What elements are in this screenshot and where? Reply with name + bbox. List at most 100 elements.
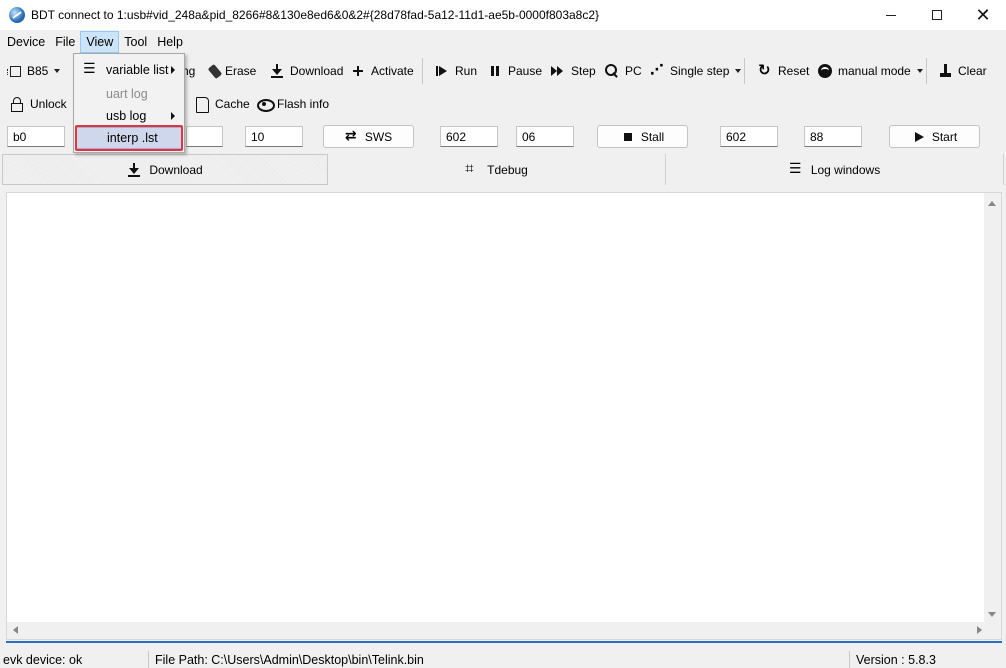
file-path-status: File Path: C:\Users\Admin\Desktop\bin\Te… xyxy=(155,652,424,667)
output-area[interactable] xyxy=(6,192,1002,640)
menu-bar: Device File View Tool Help xyxy=(0,30,1006,54)
footsteps-icon xyxy=(650,61,664,78)
erase-button[interactable]: Erase xyxy=(207,58,260,84)
menu-tool[interactable]: Tool xyxy=(119,31,152,53)
plus-icon xyxy=(351,64,365,78)
flash-info-button[interactable]: Flash info xyxy=(253,91,333,117)
sync-icon xyxy=(345,127,359,144)
scroll-down-icon[interactable] xyxy=(988,612,996,617)
step-label: Step xyxy=(571,64,596,78)
progress-line xyxy=(6,641,1002,643)
run-label: Run xyxy=(455,64,478,78)
tab-download[interactable]: Download xyxy=(2,154,328,185)
single-step-label: Single step xyxy=(670,64,730,78)
menu-item-variable-list[interactable]: variable list xyxy=(75,59,183,81)
window-title: BDT connect to 1:usb#vid_248a&pid_8266#8… xyxy=(31,8,600,22)
address-input-1[interactable] xyxy=(7,126,65,147)
reset-label: Reset xyxy=(778,64,810,78)
eye-icon xyxy=(257,97,275,112)
pc-button[interactable]: PC xyxy=(601,58,646,84)
status-divider xyxy=(148,651,149,668)
activate-button[interactable]: Activate xyxy=(347,58,418,84)
menu-item-uart-log: uart log xyxy=(75,83,183,105)
tab-log-windows[interactable]: Log windows xyxy=(666,154,1004,185)
chip-select-label: B85 xyxy=(27,64,49,78)
scroll-up-icon[interactable] xyxy=(988,201,996,206)
toolbar-divider xyxy=(926,58,927,84)
play-icon xyxy=(912,130,926,144)
pause-label: Pause xyxy=(508,64,543,78)
close-button[interactable]: ✕ xyxy=(960,0,1006,30)
menu-item-usb-log[interactable]: usb log xyxy=(75,105,183,127)
value-input-1[interactable] xyxy=(245,126,303,147)
menu-item-label: variable list xyxy=(106,63,169,77)
chevron-right-icon xyxy=(171,112,175,120)
step-button[interactable]: Step xyxy=(547,58,600,84)
window-controls: ✕ xyxy=(868,0,1006,30)
menu-device[interactable]: Device xyxy=(2,31,50,53)
start-label: Start xyxy=(931,129,958,144)
menu-view[interactable]: View xyxy=(80,31,120,53)
cache-button[interactable]: Cache xyxy=(191,91,254,117)
value-input-2[interactable] xyxy=(516,126,574,147)
download-icon xyxy=(127,162,141,177)
tab-bar: Download Tdebug Log windows xyxy=(2,154,1004,185)
address-input-2[interactable] xyxy=(440,126,498,147)
reset-button[interactable]: Reset xyxy=(754,58,813,84)
minimize-icon xyxy=(886,14,896,16)
activate-label: Activate xyxy=(371,64,414,78)
scroll-right-icon[interactable] xyxy=(977,626,982,634)
version-status: Version : 5.8.3 xyxy=(856,652,936,667)
flash-info-label: Flash info xyxy=(277,97,330,111)
scroll-left-icon[interactable] xyxy=(13,626,18,634)
menu-help[interactable]: Help xyxy=(152,31,188,53)
list-icon xyxy=(789,160,803,177)
tab-tdebug[interactable]: Tdebug xyxy=(328,154,666,185)
maximize-button[interactable] xyxy=(914,0,960,30)
lock-icon xyxy=(10,97,24,112)
gauge-icon xyxy=(818,64,832,78)
reset-icon xyxy=(758,61,772,79)
start-button[interactable]: Start xyxy=(889,125,980,148)
horizontal-scrollbar[interactable] xyxy=(7,622,986,639)
pc-label: PC xyxy=(625,64,642,78)
chip-icon xyxy=(7,65,21,77)
manual-mode-dropdown[interactable]: manual mode xyxy=(814,58,927,84)
clear-label: Clear xyxy=(958,64,987,78)
single-step-dropdown[interactable]: Single step xyxy=(646,58,745,84)
download-button[interactable]: Download xyxy=(266,58,347,84)
clear-button[interactable]: Clear xyxy=(934,58,991,84)
minimize-button[interactable] xyxy=(868,0,914,30)
search-icon xyxy=(605,64,619,78)
brush-icon xyxy=(938,64,952,78)
chip-select-button[interactable]: B85 xyxy=(6,58,64,84)
menu-item-label: uart log xyxy=(106,87,148,101)
step-icon xyxy=(551,64,565,78)
stall-button[interactable]: Stall xyxy=(597,125,688,148)
cache-label: Cache xyxy=(215,97,250,111)
stop-icon xyxy=(621,130,635,144)
pause-button[interactable]: Pause xyxy=(484,58,546,84)
chevron-down-icon xyxy=(735,69,742,73)
vertical-scrollbar[interactable] xyxy=(984,193,1001,623)
unlock-label: Unlock xyxy=(30,97,67,111)
unlock-button[interactable]: Unlock xyxy=(6,91,71,117)
app-logo-icon xyxy=(9,7,25,23)
status-bar: evk device: ok File Path: C:\Users\Admin… xyxy=(0,650,1006,668)
run-button[interactable]: Run xyxy=(431,58,481,84)
tab-log-windows-label: Log windows xyxy=(810,162,881,177)
value-input-3[interactable] xyxy=(804,126,862,147)
tab-download-label: Download xyxy=(149,162,203,177)
scrollbar-corner xyxy=(984,622,1001,639)
sd-card-icon xyxy=(195,97,209,113)
chevron-down-icon xyxy=(916,69,923,73)
status-divider xyxy=(849,651,850,668)
manual-mode-label: manual mode xyxy=(838,64,911,78)
address-input-3[interactable] xyxy=(720,126,778,147)
erase-label: Erase xyxy=(225,64,257,78)
close-icon: ✕ xyxy=(975,4,991,25)
menu-file[interactable]: File xyxy=(50,31,80,53)
sws-button[interactable]: SWS xyxy=(323,125,414,148)
download-icon xyxy=(270,64,284,78)
address-input-hidden[interactable] xyxy=(186,126,223,147)
